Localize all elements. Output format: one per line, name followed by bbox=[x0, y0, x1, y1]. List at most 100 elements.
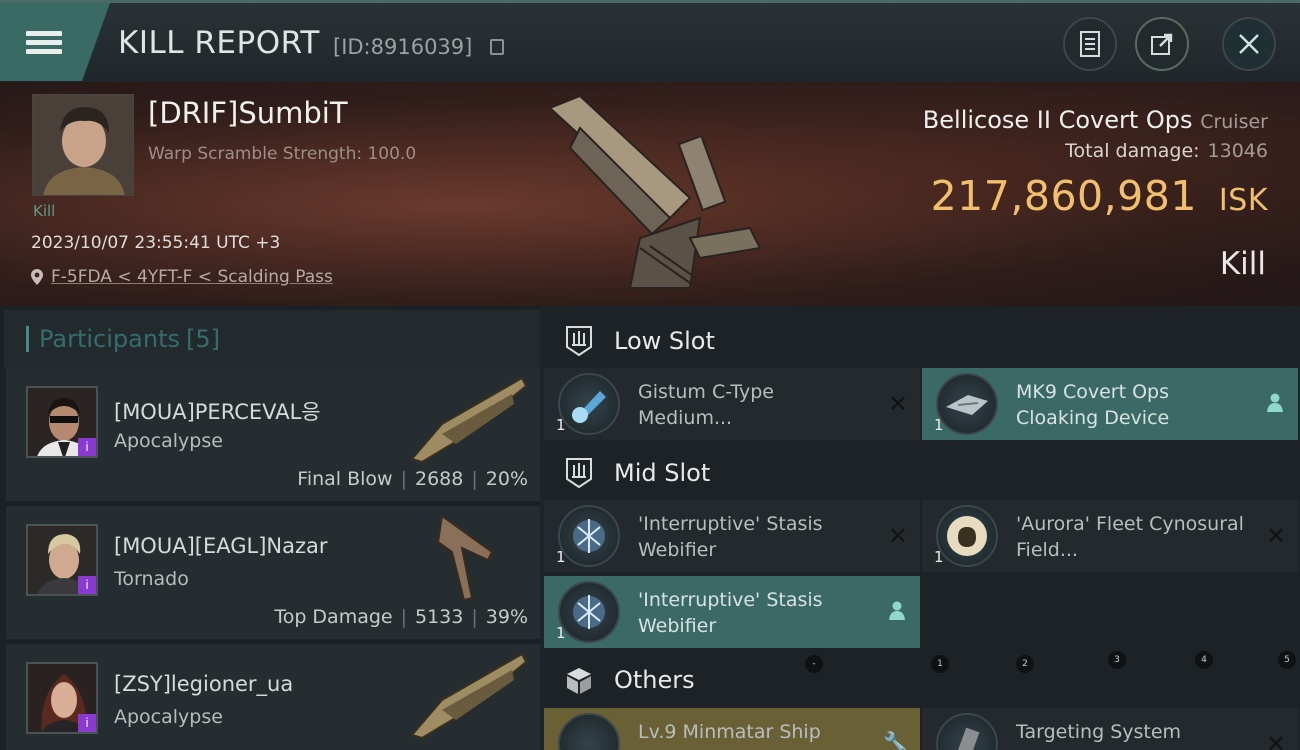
module-icon bbox=[558, 373, 620, 435]
low-slot-header: Low Slot bbox=[544, 310, 1300, 372]
participant-row[interactable]: i [ZSY]legioner_ua Apocalypse bbox=[6, 644, 540, 750]
participant-percent: 39% bbox=[485, 606, 528, 628]
avatar[interactable]: i bbox=[26, 524, 98, 596]
destroyed-icon: ✕ bbox=[1265, 730, 1286, 750]
low-slot-title: Low Slot bbox=[614, 327, 715, 355]
info-icon[interactable]: i bbox=[78, 714, 96, 732]
dropped-person-icon bbox=[889, 601, 905, 620]
participants-panel: Participants [5] i [MOUA]PERCEVAL응 Apoca… bbox=[0, 306, 540, 750]
participant-ship: Apocalypse bbox=[114, 706, 223, 728]
module-name: 'Interruptive' Stasis Webifier bbox=[638, 513, 823, 561]
participant-role: Top Damage bbox=[274, 606, 393, 628]
cargo-box-icon bbox=[567, 668, 591, 694]
menu-button[interactable] bbox=[0, 3, 110, 81]
hamburger-icon bbox=[26, 27, 62, 58]
participant-ship-image bbox=[410, 376, 528, 464]
isk-unit: ISK bbox=[1218, 183, 1268, 218]
participants-header[interactable]: Participants [5] bbox=[4, 310, 540, 368]
kill-report-screen: KILL REPORT [ID:8916039] [DRIF]SumbiT Wa… bbox=[0, 0, 1300, 750]
mid-slot-title: Mid Slot bbox=[614, 459, 711, 487]
victim-name[interactable]: [DRIF]SumbiT bbox=[148, 96, 348, 130]
participant-name[interactable]: [ZSY]legioner_ua bbox=[114, 672, 293, 696]
location-link[interactable]: F-5FDA < 4YFT-F < Scalding Pass bbox=[51, 267, 333, 287]
mid-slot-header: Mid Slot bbox=[544, 442, 1300, 504]
module-quantity: 1 bbox=[556, 548, 566, 566]
destroyed-icon: ✕ bbox=[887, 522, 908, 550]
module-item[interactable]: 1 MK9 Covert Ops Cloaking Device bbox=[922, 368, 1298, 440]
module-name: Lv.9 Minmatar Ship bbox=[638, 721, 821, 743]
participant-name[interactable]: [MOUA]PERCEVAL응 bbox=[114, 396, 321, 426]
participants-title: Participants bbox=[39, 325, 180, 353]
result-label: Kill bbox=[1219, 246, 1266, 282]
isk-amount: 217,860,981 bbox=[930, 172, 1197, 220]
share-icon bbox=[1151, 33, 1173, 55]
module-item[interactable]: Targeting System ✕ bbox=[922, 708, 1298, 750]
module-quantity: 1 bbox=[934, 548, 944, 566]
participants-count: [5] bbox=[185, 325, 220, 353]
isk-value: 217,860,981 ISK bbox=[931, 172, 1268, 220]
participant-ship: Tornado bbox=[114, 568, 189, 590]
destroyed-icon: ✕ bbox=[1265, 522, 1286, 550]
module-icon bbox=[558, 581, 620, 643]
participant-row[interactable]: i [MOUA]PERCEVAL응 Apocalypse Final Blow |… bbox=[6, 368, 540, 502]
kill-id: [ID:8916039] bbox=[333, 35, 473, 59]
warp-scramble-strength: Warp Scramble Strength: 100.0 bbox=[148, 144, 417, 164]
participant-percent: 20% bbox=[485, 468, 528, 490]
others-header: Others bbox=[544, 649, 1300, 711]
module-icon bbox=[558, 713, 620, 750]
participant-stats: Top Damage | 5133 | 39% bbox=[274, 606, 528, 628]
module-icon bbox=[558, 505, 620, 567]
header-bar: KILL REPORT [ID:8916039] bbox=[0, 0, 1300, 82]
module-item[interactable]: 1 'Interruptive' Stasis Webifier ✕ bbox=[544, 500, 920, 572]
module-item[interactable]: Lv.9 Minmatar Ship 🔧 bbox=[544, 708, 920, 750]
avatar[interactable]: i bbox=[26, 386, 98, 458]
total-damage: Total damage: 13046 bbox=[1065, 140, 1268, 162]
notes-icon bbox=[1080, 31, 1100, 57]
module-icon bbox=[936, 505, 998, 567]
low-slot-icon bbox=[566, 326, 592, 357]
copy-icon[interactable] bbox=[490, 39, 504, 55]
share-button[interactable] bbox=[1135, 17, 1189, 71]
kill-datetime: 2023/10/07 23:55:41 UTC +3 bbox=[31, 233, 281, 253]
total-damage-value: 13046 bbox=[1207, 140, 1268, 162]
victim-ship-name: Bellicose II Covert Ops bbox=[922, 106, 1193, 134]
participant-name[interactable]: [MOUA][EAGL]Nazar bbox=[114, 534, 328, 558]
location-pin-icon bbox=[31, 269, 43, 285]
victim-ship-image bbox=[548, 94, 762, 289]
victim-portrait[interactable] bbox=[32, 94, 134, 196]
participant-damage: 2688 bbox=[415, 468, 464, 490]
participant-damage: 5133 bbox=[415, 606, 464, 628]
module-icon bbox=[936, 373, 998, 435]
avatar[interactable]: i bbox=[26, 662, 98, 734]
total-damage-label: Total damage: bbox=[1065, 140, 1200, 162]
fitting-panel: Low Slot 1 Gistum C-Type Medium... ✕ 1 M… bbox=[544, 306, 1300, 750]
module-item[interactable]: 1 'Aurora' Fleet Cynosural Field... ✕ bbox=[922, 500, 1298, 572]
header-accent-bar bbox=[26, 326, 29, 352]
wrench-icon: 🔧 bbox=[883, 730, 908, 750]
notes-button[interactable] bbox=[1063, 17, 1117, 71]
participant-ship: Apocalypse bbox=[114, 430, 223, 452]
module-quantity: 1 bbox=[556, 416, 566, 434]
info-icon[interactable]: i bbox=[78, 438, 96, 456]
page-title: KILL REPORT bbox=[118, 25, 320, 61]
dropped-person-icon bbox=[1267, 393, 1283, 412]
victim-ship[interactable]: Bellicose II Covert Ops Cruiser bbox=[923, 106, 1268, 134]
participant-row[interactable]: i [MOUA][EAGL]Nazar Tornado Top Damage | 5… bbox=[6, 506, 540, 640]
module-item[interactable]: 1 Gistum C-Type Medium... ✕ bbox=[544, 368, 920, 440]
kill-tag: Kill bbox=[33, 202, 56, 220]
participant-ship-image bbox=[410, 652, 528, 740]
close-button[interactable] bbox=[1222, 17, 1276, 71]
participant-stats: Final Blow | 2688 | 20% bbox=[297, 468, 528, 490]
module-name: Gistum C-Type Medium... bbox=[638, 381, 774, 429]
info-icon[interactable]: i bbox=[78, 576, 96, 594]
kill-location[interactable]: F-5FDA < 4YFT-F < Scalding Pass bbox=[31, 267, 333, 287]
module-quantity: 1 bbox=[934, 416, 944, 434]
others-title: Others bbox=[614, 666, 695, 694]
mid-slot-icon bbox=[566, 458, 592, 489]
victim-banner: [DRIF]SumbiT Warp Scramble Strength: 100… bbox=[0, 82, 1300, 306]
participant-role: Final Blow bbox=[297, 468, 393, 490]
module-name: 'Aurora' Fleet Cynosural Field... bbox=[1016, 513, 1244, 561]
module-icon bbox=[936, 713, 998, 750]
module-name: Targeting System bbox=[1016, 721, 1182, 743]
module-item[interactable]: 1 'Interruptive' Stasis Webifier bbox=[544, 576, 920, 648]
